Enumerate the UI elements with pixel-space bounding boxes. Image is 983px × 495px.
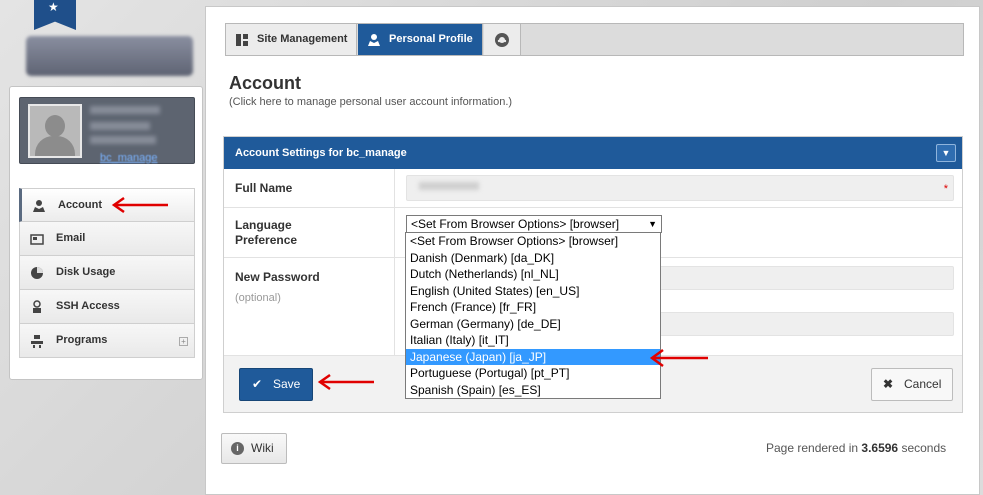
star-icon: ★ — [48, 0, 59, 14]
expand-icon[interactable]: + — [179, 337, 188, 346]
redacted-text — [90, 122, 150, 130]
logo-ribbon: ★ — [34, 0, 76, 30]
annotation-arrow-icon — [649, 348, 708, 368]
sidebar-item-disk-usage[interactable]: Disk Usage — [19, 256, 195, 290]
user-card: bc_manage — [19, 97, 195, 164]
close-icon: ✖ — [883, 377, 894, 391]
full-name-label: Full Name — [235, 181, 293, 195]
language-option[interactable]: Portuguese (Portugal) [pt_PT] — [406, 365, 660, 382]
tab-label: Site Management — [257, 33, 348, 45]
language-option[interactable]: Italian (Italy) [it_IT] — [406, 332, 660, 349]
annotation-arrow-icon — [111, 196, 168, 214]
user-name-link[interactable]: bc_manage — [100, 152, 158, 164]
sidebar-item-email[interactable]: Email — [19, 222, 195, 256]
sidebar-item-label: Email — [56, 232, 86, 244]
language-option[interactable]: Danish (Denmark) [da_DK] — [406, 250, 660, 267]
sidebar: bc_manage Account Email Disk Usage SSH A… — [9, 86, 203, 380]
sidebar-item-label: Account — [58, 199, 102, 211]
page-title: Account — [229, 73, 301, 93]
render-time: Page rendered in 3.6596 seconds — [766, 441, 947, 455]
annotation-arrow-icon — [317, 373, 374, 391]
language-dropdown-list[interactable]: <Set From Browser Options> [browser] Dan… — [405, 232, 661, 399]
sidebar-item-label: SSH Access — [56, 300, 120, 312]
card-header: Account Settings for bc_manage ▼ — [224, 137, 962, 169]
save-button[interactable]: ✔ Save — [239, 368, 313, 401]
page-subtitle[interactable]: (Click here to manage personal user acco… — [229, 96, 512, 108]
language-option[interactable]: English (United States) [en_US] — [406, 283, 660, 300]
redacted-text — [90, 106, 160, 114]
language-select[interactable]: <Set From Browser Options> [browser] ▼ — [406, 215, 662, 233]
full-name-field[interactable]: * — [406, 175, 954, 201]
language-select-value: <Set From Browser Options> [browser] — [411, 217, 620, 231]
user-icon — [32, 199, 46, 213]
tab-label: Personal Profile — [389, 33, 473, 45]
tab-bar: Site Management Personal Profile — [225, 23, 964, 56]
sidebar-item-label: Disk Usage — [56, 266, 116, 278]
redacted-text — [90, 136, 156, 144]
tab-site-management[interactable]: Site Management — [226, 24, 357, 55]
chevron-down-icon: ▼ — [648, 219, 657, 229]
sidebar-item-ssh-access[interactable]: SSH Access — [19, 290, 195, 324]
language-option[interactable]: <Set From Browser Options> [browser] — [406, 233, 660, 250]
user-icon — [367, 24, 381, 55]
language-option[interactable]: Spanish (Spain) [es_ES] — [406, 382, 660, 399]
ssh-icon — [30, 300, 44, 314]
wiki-button-label: Wiki — [251, 441, 274, 455]
pie-chart-icon — [30, 266, 44, 280]
programs-icon — [30, 334, 44, 348]
logo — [26, 36, 193, 76]
grid-icon — [235, 24, 249, 55]
language-option[interactable]: German (Germany) [de_DE] — [406, 316, 660, 333]
avatar — [28, 104, 82, 158]
check-icon: ✔ — [252, 377, 263, 391]
language-option[interactable]: French (France) [fr_FR] — [406, 299, 660, 316]
email-icon — [30, 232, 44, 246]
full-name-row: Full Name * — [224, 169, 962, 208]
cancel-button[interactable]: ✖ Cancel — [871, 368, 953, 401]
settings-icon — [494, 24, 510, 55]
password-hint: (optional) — [235, 292, 281, 304]
wiki-button[interactable]: i Wiki — [221, 433, 287, 464]
card-title: Account Settings for bc_manage — [235, 147, 407, 159]
render-time-value: 3.6596 — [861, 441, 899, 455]
sidebar-item-label: Programs — [56, 334, 108, 346]
cancel-button-label: Cancel — [904, 377, 942, 391]
tab-settings[interactable] — [484, 24, 521, 55]
password-label: New Password — [235, 270, 320, 284]
language-option[interactable]: Dutch (Netherlands) [nl_NL] — [406, 266, 660, 283]
tab-personal-profile[interactable]: Personal Profile — [358, 24, 483, 55]
collapse-icon[interactable]: ▼ — [936, 144, 956, 162]
language-option-highlighted[interactable]: Japanese (Japan) [ja_JP] — [406, 348, 660, 365]
language-label-line1: Language — [235, 218, 292, 232]
language-label-line2: Preference — [235, 233, 298, 247]
required-marker: * — [943, 183, 948, 195]
save-button-label: Save — [273, 377, 301, 391]
info-icon: i — [231, 442, 244, 455]
sidebar-item-programs[interactable]: Programs + — [19, 324, 195, 358]
